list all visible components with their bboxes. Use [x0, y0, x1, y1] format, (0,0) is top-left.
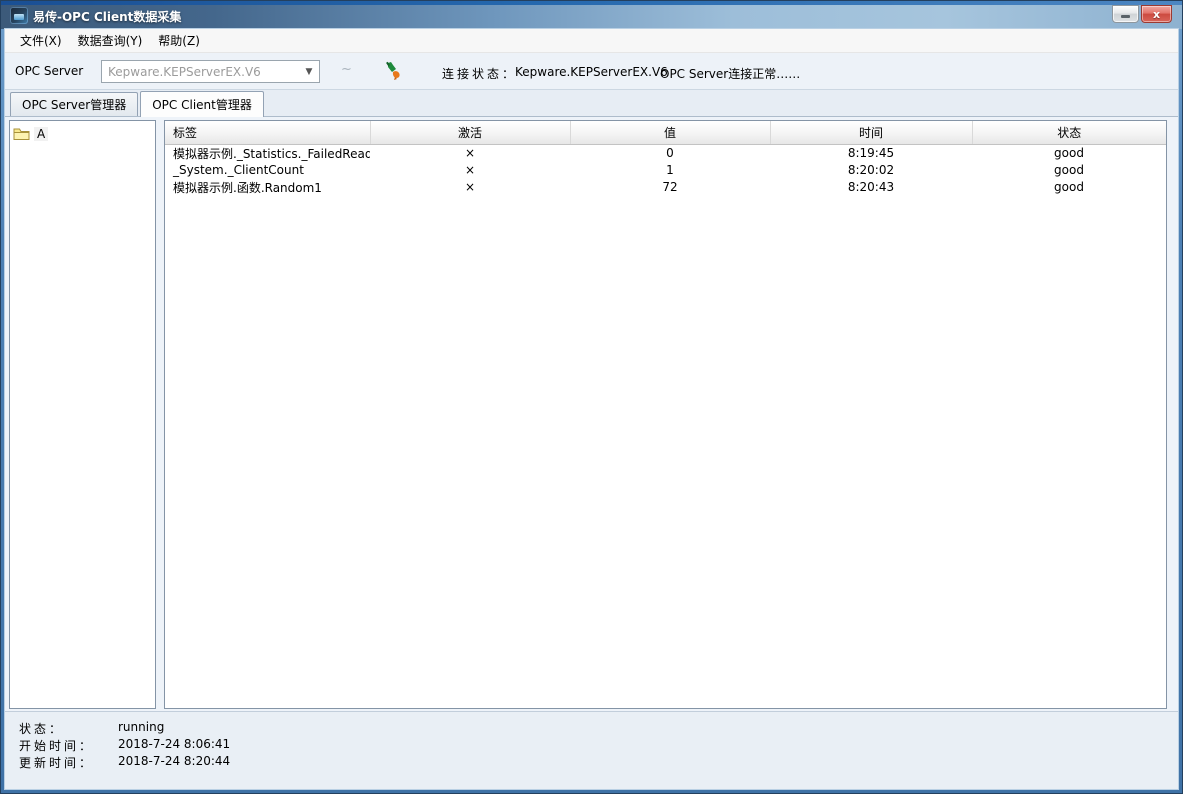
menu-bar: 文件(X) 数据查询(Y) 帮助(Z): [5, 29, 1178, 53]
menu-help[interactable]: 帮助(Z): [151, 29, 207, 52]
start-time-label: 开始时间：: [19, 737, 118, 753]
chevron-down-icon[interactable]: ▼: [299, 67, 319, 77]
app-icon: [10, 7, 28, 24]
column-header-value[interactable]: 值: [570, 121, 770, 144]
titlebar[interactable]: 易传-OPC Client数据采集 x: [1, 1, 1182, 29]
tilde-glyph: ~: [341, 62, 352, 77]
update-time-value: 2018-7-24 8:20:44: [118, 754, 230, 770]
table-row[interactable]: 模拟器示例.函数.Random1 × 72 8:20:43 good: [165, 179, 1166, 196]
tag-table-panel: 标签 激活 值 时间 状态 模拟器示例._Statistics._FailedR…: [164, 120, 1167, 709]
status-row: 状态： running: [19, 720, 1178, 736]
cell-value: 72: [570, 179, 770, 196]
status-panel: 状态： running 开始时间： 2018-7-24 8:06:41 更新时间…: [5, 711, 1178, 789]
minimize-button[interactable]: [1112, 5, 1139, 23]
status-value: running: [118, 720, 164, 736]
cell-status: good: [972, 179, 1166, 196]
column-header-tag[interactable]: 标签: [165, 121, 370, 144]
start-time-row: 开始时间： 2018-7-24 8:06:41: [19, 737, 1178, 753]
group-tree-panel[interactable]: A: [9, 120, 156, 709]
cell-value: 1: [570, 162, 770, 179]
connection-status-message: OPC Server连接正常……: [660, 65, 800, 82]
tree-item-a[interactable]: A: [13, 125, 152, 143]
window-title: 易传-OPC Client数据采集: [33, 8, 181, 25]
plug-connect-icon: [383, 61, 405, 83]
tab-strip: OPC Server管理器 OPC Client管理器: [5, 90, 1178, 117]
menu-data-query[interactable]: 数据查询(Y): [71, 29, 150, 52]
start-time-value: 2018-7-24 8:06:41: [118, 737, 230, 753]
cell-time: 8:20:43: [770, 179, 972, 196]
toolbar: OPC Server Kepware.KEPServerEX.V6 ▼ ~ 连接…: [5, 53, 1178, 90]
tab-opc-server-manager[interactable]: OPC Server管理器: [10, 92, 138, 116]
cell-tag: _System._ClientCount: [165, 162, 370, 179]
column-header-time[interactable]: 时间: [770, 121, 972, 144]
cell-tag: 模拟器示例._Statistics._FailedReads: [165, 144, 370, 162]
update-time-row: 更新时间： 2018-7-24 8:20:44: [19, 754, 1178, 770]
app-window: 易传-OPC Client数据采集 x 文件(X) 数据查询(Y) 帮助(Z) …: [0, 0, 1183, 794]
cell-active: ×: [370, 144, 570, 162]
close-button[interactable]: x: [1141, 5, 1172, 23]
connection-status-label: 连接状态：: [442, 65, 517, 82]
cell-status: good: [972, 162, 1166, 179]
table-header-row: 标签 激活 值 时间 状态: [165, 121, 1166, 144]
table-row[interactable]: 模拟器示例._Statistics._FailedReads × 0 8:19:…: [165, 144, 1166, 162]
close-icon: x: [1153, 8, 1160, 21]
content-area: A 标签 激活 值 时间 状态: [5, 117, 1178, 711]
folder-icon: [13, 127, 30, 141]
cell-active: ×: [370, 162, 570, 179]
cell-time: 8:20:02: [770, 162, 972, 179]
minimize-icon: [1121, 15, 1130, 18]
column-header-status[interactable]: 状态: [972, 121, 1166, 144]
update-time-label: 更新时间：: [19, 754, 118, 770]
column-header-active[interactable]: 激活: [370, 121, 570, 144]
tree-item-label: A: [34, 127, 48, 141]
cell-tag: 模拟器示例.函数.Random1: [165, 179, 370, 196]
tag-table: 标签 激活 值 时间 状态 模拟器示例._Statistics._FailedR…: [165, 121, 1166, 196]
cell-status: good: [972, 144, 1166, 162]
cell-active: ×: [370, 179, 570, 196]
cell-value: 0: [570, 144, 770, 162]
opc-server-combo[interactable]: Kepware.KEPServerEX.V6 ▼: [101, 60, 320, 83]
connection-status-server: Kepware.KEPServerEX.V6: [515, 65, 668, 79]
table-row[interactable]: _System._ClientCount × 1 8:20:02 good: [165, 162, 1166, 179]
tab-opc-client-manager[interactable]: OPC Client管理器: [140, 91, 264, 117]
status-label: 状态：: [19, 720, 118, 736]
opc-server-combo-value: Kepware.KEPServerEX.V6: [102, 65, 299, 79]
client-area: 文件(X) 数据查询(Y) 帮助(Z) OPC Server Kepware.K…: [5, 29, 1178, 789]
connect-button[interactable]: [383, 61, 405, 83]
menu-file[interactable]: 文件(X): [13, 29, 69, 52]
opc-server-label: OPC Server: [15, 64, 83, 78]
cell-time: 8:19:45: [770, 144, 972, 162]
